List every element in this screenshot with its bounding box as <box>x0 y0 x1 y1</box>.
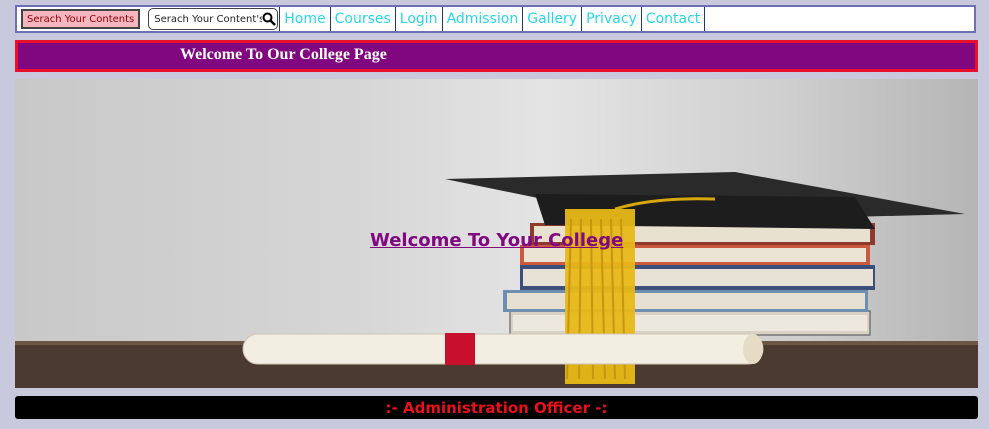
search-input-placeholder: Serach Your Content's. <box>154 13 263 25</box>
welcome-banner: Welcome To Our College Page <box>15 40 978 72</box>
welcome-banner-text: Welcome To Our College Page <box>180 46 387 63</box>
top-navigation-bar: Serach Your Contents Serach Your Content… <box>15 5 976 33</box>
administration-officer-heading: :- Administration Officer -: <box>385 398 608 417</box>
hero-welcome-text[interactable]: Welcome To Your College <box>370 230 623 251</box>
hero-banner: Welcome To Your College <box>15 79 978 388</box>
nav-login-link[interactable]: Login <box>396 7 443 31</box>
main-nav: Home Courses Login Admission Gallery Pri… <box>278 7 706 31</box>
search-input[interactable]: Serach Your Content's. <box>148 8 279 30</box>
nav-home-link[interactable]: Home <box>279 7 331 31</box>
administration-officer-bar: :- Administration Officer -: <box>15 396 978 419</box>
nav-admission-link[interactable]: Admission <box>443 7 524 31</box>
search-contents-button[interactable]: Serach Your Contents <box>21 9 141 29</box>
search-icon[interactable] <box>262 12 277 26</box>
nav-courses-link[interactable]: Courses <box>331 7 396 31</box>
nav-contact-link[interactable]: Contact <box>642 7 706 31</box>
nav-privacy-link[interactable]: Privacy <box>582 7 642 31</box>
nav-gallery-link[interactable]: Gallery <box>523 7 583 31</box>
